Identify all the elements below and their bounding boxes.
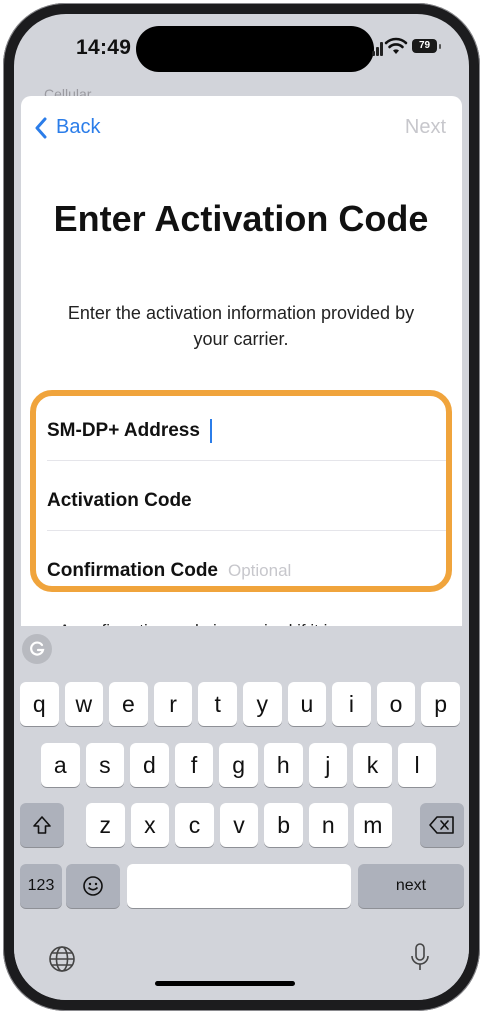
phone-frame: 14:49 79 Cellular Back Next Enter Activa… (3, 3, 480, 1011)
shift-key[interactable] (20, 803, 64, 847)
status-time: 14:49 (76, 36, 132, 59)
home-indicator[interactable] (155, 981, 295, 986)
smdp-address-field[interactable]: SM-DP+ Address (47, 396, 447, 466)
next-button[interactable]: Next (405, 116, 446, 139)
battery-tip (439, 44, 441, 49)
key-d[interactable]: d (130, 743, 169, 787)
key-x[interactable]: x (130, 803, 170, 847)
confirmation-code-placeholder: Optional (228, 561, 292, 580)
key-y[interactable]: y (243, 682, 282, 726)
text-cursor (209, 419, 212, 443)
key-t[interactable]: t (198, 682, 237, 726)
key-e[interactable]: e (109, 682, 148, 726)
activation-form: SM-DP+ Address Activation Code Confirmat… (30, 390, 452, 592)
delete-icon (429, 816, 454, 834)
chevron-left-icon (35, 117, 47, 138)
globe-icon[interactable] (47, 944, 77, 974)
keyboard: qwertyuiop asdfghjkl zxcvbnm 123 next (14, 626, 469, 1000)
key-n[interactable]: n (309, 803, 348, 847)
back-label: Back (56, 116, 101, 138)
key-f[interactable]: f (174, 743, 214, 787)
battery-icon: 79 (412, 39, 437, 53)
key-w[interactable]: w (64, 682, 104, 726)
emoji-icon (83, 876, 103, 896)
key-i[interactable]: i (332, 682, 371, 726)
activation-code-label: Activation Code (47, 490, 192, 511)
confirmation-code-label: Confirmation Code (47, 560, 218, 581)
key-r[interactable]: r (153, 682, 193, 726)
confirmation-code-field[interactable]: Confirmation Code Optional (47, 536, 447, 606)
key-j[interactable]: j (308, 743, 348, 787)
key-q[interactable]: q (20, 682, 59, 726)
key-a[interactable]: a (41, 743, 80, 787)
dynamic-island (136, 26, 374, 72)
key-m[interactable]: m (353, 803, 393, 847)
key-o[interactable]: o (376, 682, 416, 726)
shift-icon (33, 816, 51, 834)
key-h[interactable]: h (264, 743, 303, 787)
key-z[interactable]: z (86, 803, 125, 847)
wifi-icon (384, 37, 408, 54)
numbers-key[interactable]: 123 (20, 864, 62, 908)
divider (47, 460, 446, 461)
page-subtitle: Enter the activation information provide… (67, 303, 415, 349)
divider (47, 530, 446, 531)
space-key[interactable] (127, 864, 351, 908)
key-k[interactable]: k (353, 743, 392, 787)
grammarly-icon[interactable] (22, 634, 52, 664)
key-g[interactable]: g (219, 743, 258, 787)
key-p[interactable]: p (421, 682, 460, 726)
back-button[interactable]: Back (34, 116, 100, 139)
key-l[interactable]: l (397, 743, 437, 787)
status-bar: 14:49 79 (14, 14, 469, 94)
smdp-address-label: SM-DP+ Address (47, 420, 200, 441)
screen: 14:49 79 Cellular Back Next Enter Activa… (14, 14, 469, 1000)
key-c[interactable]: c (175, 803, 214, 847)
emoji-key[interactable] (66, 864, 120, 908)
key-s[interactable]: s (85, 743, 125, 787)
signal-icon (372, 42, 383, 56)
microphone-icon[interactable] (409, 942, 431, 974)
next-key[interactable]: next (358, 864, 464, 908)
delete-key[interactable] (420, 803, 464, 847)
page-title: Enter Activation Code (53, 198, 429, 239)
key-v[interactable]: v (219, 803, 259, 847)
key-u[interactable]: u (287, 682, 327, 726)
activation-code-field[interactable]: Activation Code (47, 466, 447, 536)
key-b[interactable]: b (264, 803, 303, 847)
